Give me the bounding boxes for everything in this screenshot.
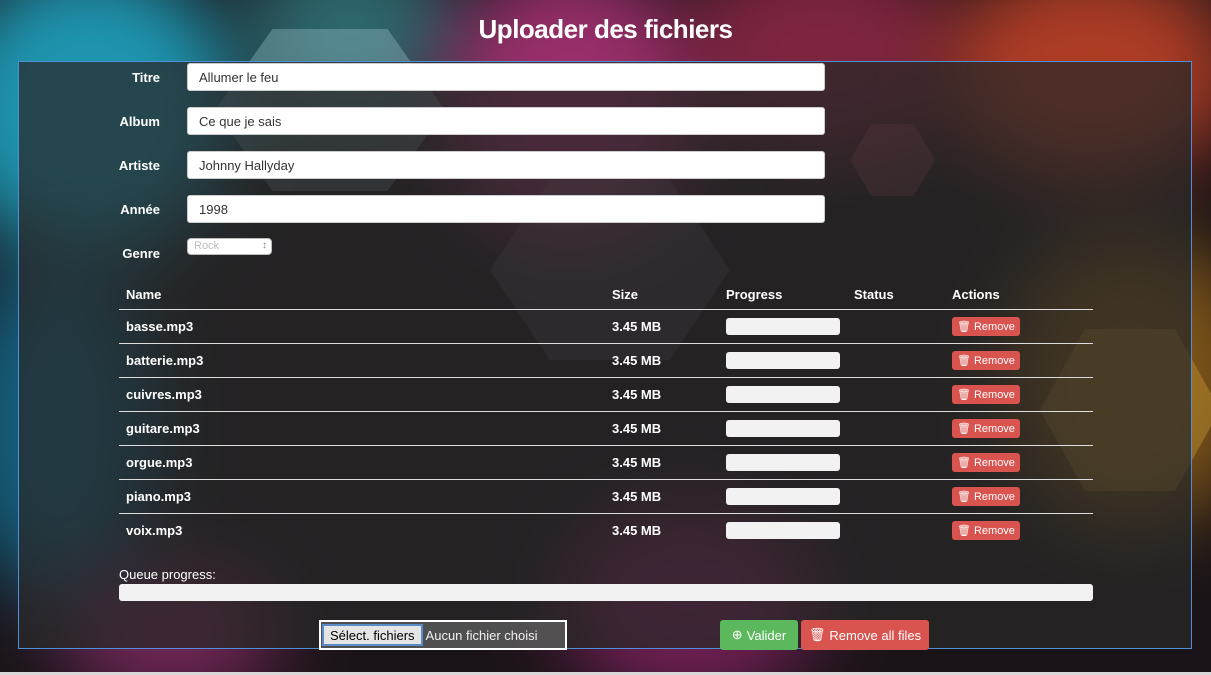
queue-progress-bar: [119, 584, 1093, 601]
remove-all-files-button[interactable]: 🗑 Remove all files: [801, 620, 929, 650]
remove-label: Remove: [973, 490, 1015, 503]
remove-file-button[interactable]: 🗑 Remove: [952, 385, 1020, 404]
table-row: orgue.mp3 3.45 MB 🗑 Remove: [119, 445, 1093, 480]
remove-file-button[interactable]: 🗑 Remove: [952, 521, 1020, 540]
queue-progress-label: Queue progress:: [119, 567, 216, 582]
file-progress-bar: [726, 522, 840, 539]
table-row: guitare.mp3 3.45 MB 🗑 Remove: [119, 411, 1093, 446]
remove-label: Remove: [973, 456, 1015, 469]
trash-icon: 🗑: [957, 355, 971, 367]
file-progress-bar: [726, 420, 840, 437]
titre-input[interactable]: [187, 63, 825, 91]
file-size: 3.45 MB: [605, 479, 719, 514]
file-name: batterie.mp3: [119, 343, 605, 378]
annee-input[interactable]: [187, 195, 825, 223]
col-name-header: Name: [126, 287, 162, 302]
file-name: voix.mp3: [119, 513, 605, 547]
file-status: [847, 513, 945, 547]
trash-icon: 🗑: [957, 389, 971, 401]
titre-label: Titre: [132, 70, 160, 85]
file-progress-bar: [726, 386, 840, 403]
album-label: Album: [119, 114, 160, 129]
col-actions-header: Actions: [952, 287, 1000, 302]
file-size: 3.45 MB: [605, 309, 719, 344]
file-picker[interactable]: Sélect. fichiers Aucun fichier choisi: [319, 620, 567, 650]
validate-button[interactable]: ⊕ Valider: [720, 620, 798, 650]
remove-file-button[interactable]: 🗑 Remove: [952, 419, 1020, 438]
artiste-label: Artiste: [118, 158, 160, 173]
trash-icon: 🗑: [957, 525, 971, 537]
file-size: 3.45 MB: [605, 343, 719, 378]
table-row: basse.mp3 3.45 MB 🗑 Remove: [119, 309, 1093, 344]
col-progress-header: Progress: [726, 287, 783, 302]
col-status-header: Status: [854, 287, 894, 302]
no-file-chosen-text: Aucun fichier choisi: [425, 627, 538, 643]
file-status: [847, 479, 945, 514]
file-status: [847, 309, 945, 344]
file-status: [847, 377, 945, 412]
trash-icon: 🗑: [957, 457, 971, 469]
file-size: 3.45 MB: [605, 377, 719, 412]
files-table: Name Size Progress Status Actions basse.…: [119, 280, 1093, 547]
page-title: Uploader des fichiers: [478, 14, 733, 44]
file-status: [847, 343, 945, 378]
remove-label: Remove: [973, 354, 1015, 367]
chevron-updown-icon: ↕: [262, 240, 267, 251]
remove-all-label: Remove all files: [829, 627, 922, 643]
remove-file-button[interactable]: 🗑 Remove: [952, 317, 1020, 336]
table-row: batterie.mp3 3.45 MB 🗑 Remove: [119, 343, 1093, 378]
genre-select-value: Rock: [194, 240, 220, 252]
file-size: 3.45 MB: [605, 445, 719, 480]
upload-panel: Titre Album Artiste Année Genre Rock ↕ N…: [18, 61, 1192, 650]
file-progress-bar: [726, 352, 840, 369]
upload-circle-icon: ⊕: [731, 627, 743, 642]
remove-file-button[interactable]: 🗑 Remove: [952, 351, 1020, 370]
select-files-button[interactable]: Sélect. fichiers: [322, 624, 423, 646]
trash-icon: 🗑: [957, 423, 971, 435]
genre-label: Genre: [122, 246, 160, 261]
file-status: [847, 411, 945, 446]
col-size-header: Size: [612, 287, 639, 302]
remove-label: Remove: [973, 388, 1015, 401]
remove-label: Remove: [973, 524, 1015, 537]
table-row: voix.mp3 3.45 MB 🗑 Remove: [119, 513, 1093, 547]
file-progress-bar: [726, 454, 840, 471]
file-name: orgue.mp3: [119, 445, 605, 480]
file-name: piano.mp3: [119, 479, 605, 514]
trash-icon: 🗑: [957, 491, 971, 503]
file-status: [847, 445, 945, 480]
remove-label: Remove: [973, 320, 1015, 333]
trash-icon: 🗑: [957, 321, 971, 333]
file-name: guitare.mp3: [119, 411, 605, 446]
annee-label: Année: [120, 202, 160, 217]
remove-label: Remove: [973, 422, 1015, 435]
file-size: 3.45 MB: [605, 411, 719, 446]
genre-select[interactable]: Rock ↕: [187, 238, 272, 255]
validate-label: Valider: [746, 627, 787, 643]
table-row: piano.mp3 3.45 MB 🗑 Remove: [119, 479, 1093, 514]
file-name: basse.mp3: [119, 309, 605, 344]
file-progress-bar: [726, 488, 840, 505]
remove-file-button[interactable]: 🗑 Remove: [952, 487, 1020, 506]
artiste-input[interactable]: [187, 151, 825, 179]
table-row: cuivres.mp3 3.45 MB 🗑 Remove: [119, 377, 1093, 412]
file-progress-bar: [726, 318, 840, 335]
album-input[interactable]: [187, 107, 825, 135]
remove-file-button[interactable]: 🗑 Remove: [952, 453, 1020, 472]
file-size: 3.45 MB: [605, 513, 719, 547]
file-name: cuivres.mp3: [119, 377, 605, 412]
trash-icon: 🗑: [808, 627, 826, 642]
